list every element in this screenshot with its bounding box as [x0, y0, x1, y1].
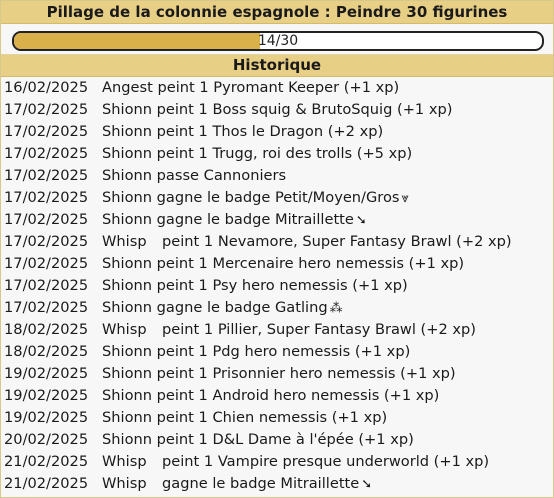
history-entry: 19/02/2025 Shionn peint 1 Android hero ne… [1, 385, 553, 407]
entry-date: 17/02/2025 [4, 123, 89, 140]
history-title: Historique [1, 55, 553, 77]
entry-text: peint 1 Android hero nemessis (+1 xp) [156, 387, 440, 404]
entry-text: peint 1 Vampire presque underworld (+1 x… [162, 453, 490, 470]
badge-icon: ⁂ [329, 301, 343, 316]
history-entry: 17/02/2025 Shionn peint 1 Trugg, roi des … [1, 143, 553, 165]
entry-user: Whisp [102, 453, 147, 470]
entry-date: 18/02/2025 [4, 321, 89, 338]
entry-date: 20/02/2025 [4, 431, 89, 448]
entry-text: gagne le badge Petit/Moyen/Gros [156, 189, 400, 206]
entry-user: Shionn [102, 343, 152, 360]
entry-date: 21/02/2025 [4, 475, 89, 492]
history-entry: 21/02/2025 Whisp peint 1 Vampire presque u… [1, 451, 553, 473]
entry-user: Shionn [102, 189, 152, 206]
entry-text: passe Cannoniers [156, 167, 287, 184]
entry-date: 17/02/2025 [4, 255, 89, 272]
entry-text: peint 1 Pdg hero nemessis (+1 xp) [156, 343, 411, 360]
entry-date: 16/02/2025 [4, 79, 89, 96]
entry-date: 17/02/2025 [4, 167, 89, 184]
history-entry: 17/02/2025 Shionn peint 1 Mercenaire hero… [1, 253, 553, 275]
entry-date: 21/02/2025 [4, 453, 89, 470]
entry-text: peint 1 Nevamore, Super Fantasy Brawl (+… [162, 233, 512, 250]
progress-text: 14/30 [257, 33, 299, 49]
entry-user: Shionn [102, 409, 152, 426]
entry-date: 17/02/2025 [4, 189, 89, 206]
entry-user: Shionn [102, 101, 152, 118]
history-entry: 18/02/2025 Whisp peint 1 Pillier, Super Fa… [1, 319, 553, 341]
history-list: 16/02/2025 Angest peint 1 Pyromant Keeper… [1, 77, 553, 495]
progress-row: 14/30 [1, 24, 553, 55]
entry-user: Shionn [102, 365, 152, 382]
entry-date: 17/02/2025 [4, 145, 89, 162]
entry-text: peint 1 D&L Dame à l'épée (+1 xp) [156, 431, 414, 448]
entry-text: gagne le badge Gatling [156, 299, 328, 316]
history-entry: 17/02/2025 Shionn gagne le badge Gatling ⁂ [1, 297, 553, 319]
entry-text: peint 1 Psy hero nemessis (+1 xp) [156, 277, 408, 294]
history-entry: 20/02/2025 Shionn peint 1 D&L Dame à l'ép… [1, 429, 553, 451]
entry-user: Shionn [102, 167, 152, 184]
entry-date: 17/02/2025 [4, 299, 89, 316]
history-entry: 17/02/2025 Shionn gagne le badge Mitraill… [1, 209, 553, 231]
entry-date: 17/02/2025 [4, 277, 89, 294]
entry-user: Whisp [102, 321, 147, 338]
entry-user: Shionn [102, 299, 152, 316]
history-entry: 19/02/2025 Shionn peint 1 Prisonnier hero… [1, 363, 553, 385]
history-entry: 16/02/2025 Angest peint 1 Pyromant Keeper… [1, 77, 553, 99]
history-entry: 17/02/2025 Shionn peint 1 Thos le Dragon … [1, 121, 553, 143]
entry-user: Angest [102, 79, 153, 96]
badge-icon: ⩔ [401, 191, 409, 206]
badge-icon: ➘ [361, 477, 373, 492]
history-entry: 21/02/2025 Whisp gagne le badge Mitraillet… [1, 473, 553, 495]
history-entry: 17/02/2025 Shionn passe Cannoniers [1, 165, 553, 187]
progress-bar: 14/30 [12, 31, 544, 51]
entry-text: peint 1 Mercenaire hero nemessis (+1 xp) [156, 255, 465, 272]
entry-text: gagne le badge Mitraillette [162, 475, 360, 492]
entry-text: peint 1 Trugg, roi des trolls (+5 xp) [156, 145, 413, 162]
entry-text: peint 1 Boss squig & BrutoSquig (+1 xp) [156, 101, 453, 118]
entry-date: 17/02/2025 [4, 211, 89, 228]
entry-date: 17/02/2025 [4, 233, 89, 250]
entry-user: Shionn [102, 123, 152, 140]
entry-text: peint 1 Thos le Dragon (+2 xp) [156, 123, 384, 140]
history-entry: 17/02/2025 Shionn peint 1 Psy hero nemess… [1, 275, 553, 297]
entry-user: Shionn [102, 431, 152, 448]
history-entry: 17/02/2025 Shionn gagne le badge Petit/Mo… [1, 187, 553, 209]
entry-date: 19/02/2025 [4, 365, 89, 382]
entry-user: Shionn [102, 277, 152, 294]
entry-user: Shionn [102, 255, 152, 272]
entry-text: peint 1 Chien nemessis (+1 xp) [156, 409, 388, 426]
entry-date: 17/02/2025 [4, 101, 89, 118]
entry-user: Shionn [102, 211, 152, 228]
badge-icon: ➘ [355, 213, 367, 228]
challenge-title: Pillage de la colonnie espagnole : Peind… [1, 1, 553, 24]
entry-date: 19/02/2025 [4, 409, 89, 426]
history-entry: 17/02/2025 Whisp peint 1 Nevamore, Super F… [1, 231, 553, 253]
challenge-panel: Pillage de la colonnie espagnole : Peind… [0, 0, 554, 498]
entry-text: peint 1 Prisonnier hero nemessis (+1 xp) [156, 365, 456, 382]
entry-date: 18/02/2025 [4, 343, 89, 360]
entry-text: gagne le badge Mitraillette [156, 211, 354, 228]
history-entry: 17/02/2025 Shionn peint 1 Boss squig & Br… [1, 99, 553, 121]
entry-user: Shionn [102, 145, 152, 162]
entry-text: peint 1 Pyromant Keeper (+1 xp) [157, 79, 400, 96]
entry-user: Shionn [102, 387, 152, 404]
entry-user: Whisp [102, 475, 147, 492]
entry-date: 19/02/2025 [4, 387, 89, 404]
history-entry: 19/02/2025 Shionn peint 1 Chien nemessis … [1, 407, 553, 429]
history-entry: 18/02/2025 Shionn peint 1 Pdg hero nemess… [1, 341, 553, 363]
entry-text: peint 1 Pillier, Super Fantasy Brawl (+2… [162, 321, 476, 338]
entry-user: Whisp [102, 233, 147, 250]
